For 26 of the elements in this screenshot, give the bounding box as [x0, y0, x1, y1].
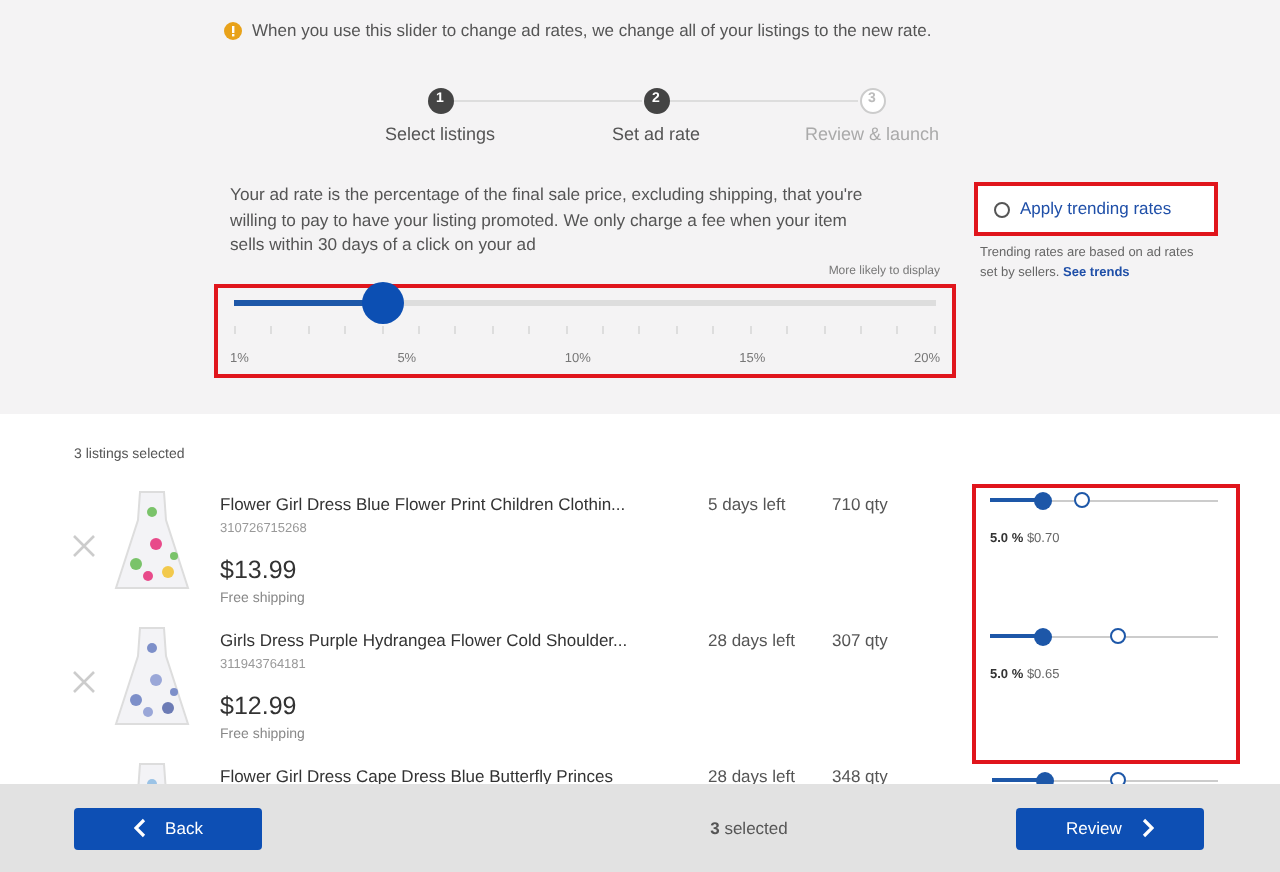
time-left: 5 days left: [708, 491, 788, 517]
listing-title: Flower Girl Dress Blue Flower Print Children Clothin...: [220, 491, 628, 517]
notice-text: When you use this slider to change ad rates, we change all of your listings to the new rate.: [252, 18, 932, 44]
slider-thumb[interactable]: [361, 281, 404, 324]
description-text: Your ad rate is the percentage of the final sale price, excluding shipping, that you're willing to pay to have your listing promoted. We only charge a fee when your item sells within 30 days of a click on your ad: [228, 182, 865, 258]
price-text: $13.99: [220, 554, 299, 588]
listing-title: Girls Dress Purple Hydrangea Flower Cold Shoulder...: [220, 627, 630, 653]
step-label: Set ad rate: [611, 121, 701, 148]
review-button[interactable]: Review: [1015, 807, 1204, 849]
trend-option[interactable]: Apply trending rates: [974, 182, 1218, 237]
warning-icon: [224, 21, 242, 40]
time-left: 28 days left: [708, 627, 797, 653]
chevron-left-icon: [133, 818, 146, 838]
quantity-text: 307 qty: [832, 627, 888, 653]
step-label: Select listings: [384, 121, 496, 148]
price-text: $12.99: [220, 690, 299, 724]
radio-button[interactable]: [994, 201, 1010, 218]
quantity-text: 710 qty: [832, 491, 888, 517]
step-label: Review & launch: [804, 121, 940, 148]
selected-summary: 3 selected: [710, 815, 788, 841]
slider-thumb[interactable]: [1034, 627, 1053, 645]
time-left: 28 days left: [708, 763, 797, 789]
slider-thumb[interactable]: [1034, 491, 1053, 509]
back-button[interactable]: Back: [74, 807, 262, 849]
listing-title: Flower Girl Dress Cape Dress Blue Butterfly Princes: [220, 763, 616, 789]
chevron-right-icon: [1141, 818, 1154, 838]
